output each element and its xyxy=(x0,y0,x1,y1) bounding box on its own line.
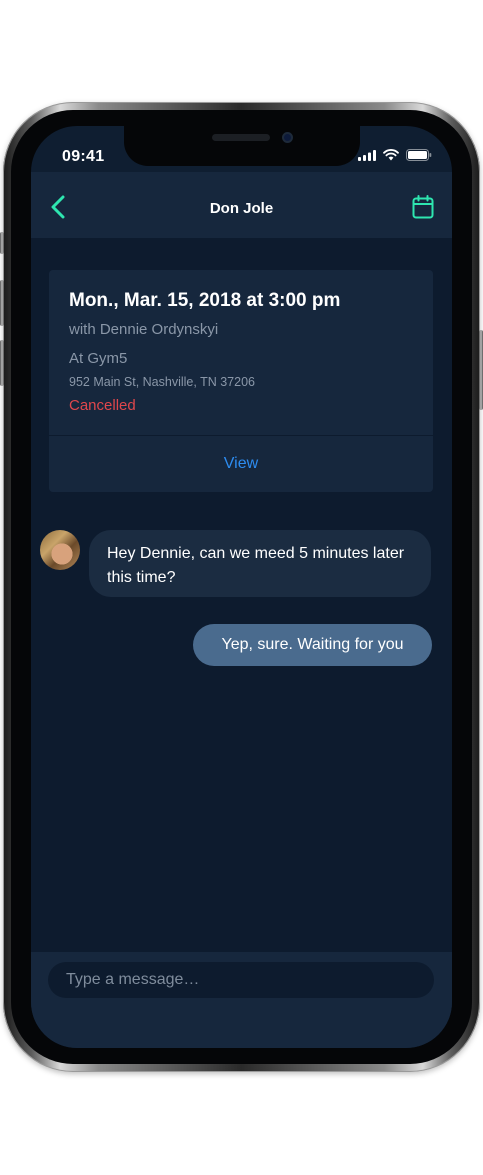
status-icons xyxy=(358,149,432,161)
chat-area[interactable]: Mon., Mar. 15, 2018 at 3:00 pm with Denn… xyxy=(31,238,452,952)
message-input[interactable] xyxy=(48,962,434,998)
outgoing-message-bubble: Yep, sure. Waiting for you xyxy=(193,624,432,666)
appointment-with: with Dennie Ordynskyi xyxy=(69,321,219,338)
calendar-button[interactable] xyxy=(408,192,438,222)
message-composer xyxy=(31,952,452,1048)
front-camera xyxy=(282,132,293,143)
volume-up-button xyxy=(0,280,4,326)
status-time: 09:41 xyxy=(62,148,105,165)
wifi-icon xyxy=(383,149,399,161)
battery-icon xyxy=(406,149,432,161)
appointment-location: At Gym5 xyxy=(69,350,128,367)
view-appointment-button[interactable]: View xyxy=(49,436,433,492)
contact-avatar[interactable] xyxy=(40,530,80,570)
volume-down-button xyxy=(0,340,4,386)
nav-bar: Don Jole xyxy=(31,172,452,238)
notch xyxy=(124,126,360,166)
power-button xyxy=(479,330,483,410)
mute-switch xyxy=(0,232,4,254)
appointment-address: 952 Main St, Nashville, TN 37206 xyxy=(69,375,255,389)
phone-screen: 09:41 Don Jole Mon., Mar. 15, 2018 at 3:… xyxy=(31,126,452,1048)
incoming-message-bubble: Hey Dennie, can we meed 5 minutes later … xyxy=(89,530,431,597)
appointment-status: Cancelled xyxy=(69,397,136,414)
appointment-date: Mon., Mar. 15, 2018 at 3:00 pm xyxy=(69,290,341,311)
contact-name-title: Don Jole xyxy=(209,200,274,217)
earpiece-speaker xyxy=(212,134,270,141)
appointment-card: Mon., Mar. 15, 2018 at 3:00 pm with Denn… xyxy=(49,270,433,492)
calendar-icon xyxy=(412,195,434,219)
signal-icon xyxy=(358,150,376,161)
